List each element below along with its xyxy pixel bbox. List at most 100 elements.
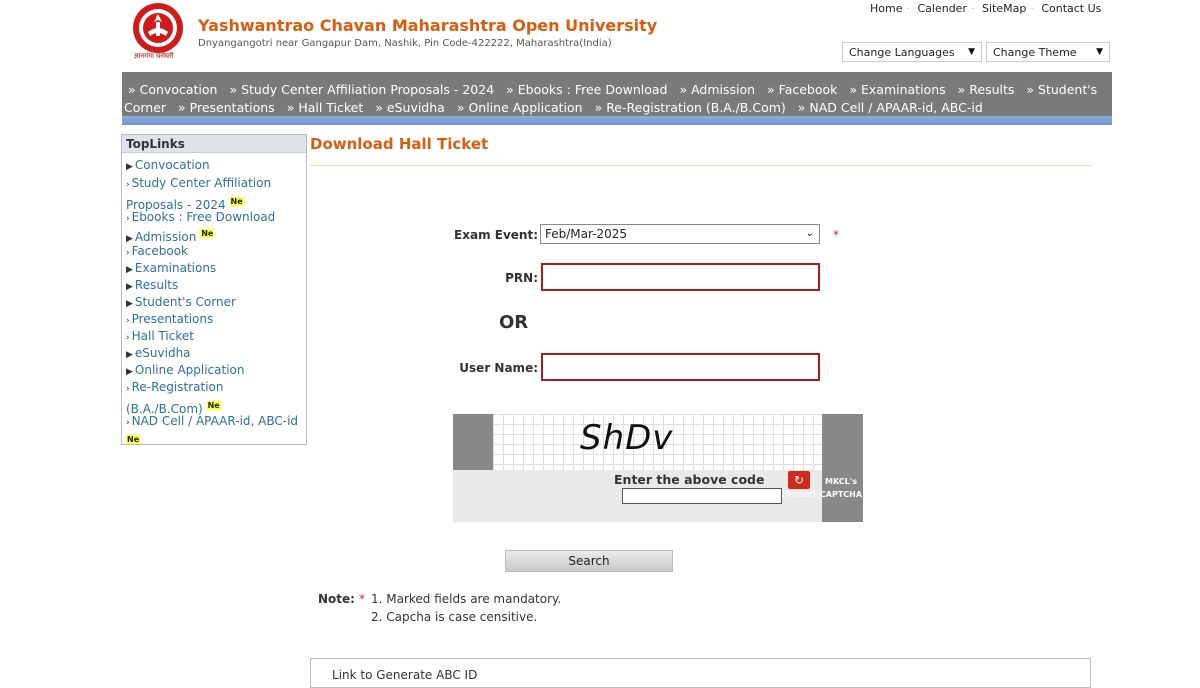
abc-id-link[interactable]: Link to Generate ABC ID xyxy=(332,668,477,682)
triangle-right-icon: ▶ xyxy=(126,367,133,377)
new-badge: Ne xyxy=(206,400,221,410)
sidebar-item-label: Admission xyxy=(134,230,197,244)
sidebar-item-label: NAD Cell / APAAR-id, ABC-id xyxy=(131,414,299,428)
captcha-left-bar xyxy=(453,414,493,470)
top-link-calender[interactable]: Calender xyxy=(917,2,967,15)
sidebar-item-label: Convocation xyxy=(134,158,210,172)
note-required-marker: * xyxy=(359,592,365,606)
chevron-right-icon: › xyxy=(126,248,130,258)
sidebar-item-label: Online Application xyxy=(134,363,245,377)
nav-examinations[interactable]: Examinations xyxy=(849,82,945,97)
sidebar-item-nad-cell[interactable]: › NAD Cell / APAAR-id, ABC-id Ne xyxy=(126,413,302,452)
logo-caption: ज्ञानगंगा घरोघरी xyxy=(134,52,174,60)
username-input[interactable] xyxy=(541,353,820,381)
top-link-sitemap[interactable]: SiteMap xyxy=(982,2,1026,15)
nav-re-registration[interactable]: Re-Registration (B.A./B.Com) xyxy=(595,100,786,115)
nav-convocation[interactable]: Convocation xyxy=(128,82,217,97)
sidebar-item-label: Study Center Affiliation Proposals - 202… xyxy=(126,176,272,212)
sidebar-toplinks: TopLinks ▶ Convocation › Study Center Affi… xyxy=(121,134,307,445)
captcha-input[interactable] xyxy=(622,488,782,504)
nav-study-center-affiliation[interactable]: Study Center Affiliation Proposals - 202… xyxy=(229,82,494,97)
sidebar-item-facebook[interactable]: › Facebook xyxy=(126,243,302,262)
nav-students-corner-continued[interactable]: Corner xyxy=(124,100,166,115)
chevron-right-icon: › xyxy=(126,384,130,394)
change-theme-select[interactable]: Change Theme ▼ xyxy=(986,42,1110,62)
nav-bar-accent-strip xyxy=(122,116,1112,125)
triangle-right-icon: ▶ xyxy=(126,282,133,292)
chevron-down-icon: ▼ xyxy=(968,47,975,57)
captcha-prompt: Enter the above code xyxy=(614,472,765,487)
refresh-icon: ↻ xyxy=(788,471,810,489)
chevron-down-icon: ⌄ xyxy=(805,228,814,239)
captcha-reload-button[interactable]: ↻ Reload xyxy=(782,471,818,505)
nav-esuvidha[interactable]: eSuvidha xyxy=(375,100,445,115)
note-item: 1. Marked fields are mandatory. xyxy=(371,592,562,606)
captcha-brand-line-1: MKCL's xyxy=(825,477,857,486)
chevron-right-icon: › xyxy=(126,180,130,190)
or-separator: OR xyxy=(499,312,529,333)
sidebar-item-label: eSuvidha xyxy=(134,346,191,360)
sidebar-item-presentations[interactable]: › Presentations xyxy=(126,311,302,330)
sidebar-item-hall-ticket[interactable]: › Hall Ticket xyxy=(126,328,302,347)
nav-ebooks[interactable]: Ebooks : Free Download xyxy=(506,82,667,97)
sidebar-item-esuvidha[interactable]: ▶ eSuvidha xyxy=(126,345,302,364)
new-badge: Ne xyxy=(229,196,244,206)
top-link-separator: · xyxy=(1030,2,1034,15)
triangle-right-icon: ▶ xyxy=(126,162,133,172)
nav-facebook[interactable]: Facebook xyxy=(767,82,837,97)
sidebar-item-online-application[interactable]: ▶ Online Application xyxy=(126,362,302,381)
university-name: Yashwantrao Chavan Maharashtra Open Univ… xyxy=(198,16,658,35)
sidebar-item-results[interactable]: ▶ Results xyxy=(126,277,302,296)
top-link-home[interactable]: Home xyxy=(870,2,902,15)
change-languages-select[interactable]: Change Languages ▼ xyxy=(842,42,982,62)
sidebar-item-examinations[interactable]: ▶ Examinations xyxy=(126,260,302,279)
reload-label: Reload xyxy=(782,489,817,500)
new-badge: Ne xyxy=(126,434,141,444)
university-logo[interactable]: ज्ञानगंगा घरोघरी xyxy=(130,2,186,62)
exam-event-select[interactable]: Feb/Mar-2025 ⌄ xyxy=(540,224,820,244)
mkcl-captcha-brand: MKCL's CAPTCHA xyxy=(816,475,866,501)
triangle-right-icon: ▶ xyxy=(126,350,133,360)
sidebar-item-convocation[interactable]: ▶ Convocation xyxy=(126,157,302,176)
prn-input[interactable] xyxy=(541,263,820,291)
sidebar-item-label: Ebooks : Free Download xyxy=(131,210,276,224)
note-item: 2. Capcha is case censitive. xyxy=(371,610,538,624)
chevron-right-icon: › xyxy=(126,316,130,326)
top-link-contact-us[interactable]: Contact Us xyxy=(1041,2,1101,15)
change-theme-label: Change Theme xyxy=(993,46,1077,59)
change-languages-label: Change Languages xyxy=(849,46,955,59)
triangle-right-icon: ▶ xyxy=(126,299,133,309)
sidebar-item-re-registration[interactable]: › Re-Registration (B.A./B.Com) Ne xyxy=(126,379,302,418)
sidebar-item-students-corner[interactable]: ▶ Student's Corner xyxy=(126,294,302,313)
chevron-down-icon: ▼ xyxy=(1096,47,1103,57)
heading-divider xyxy=(310,165,1091,166)
username-label: User Name: xyxy=(459,361,538,375)
note-label: Note: xyxy=(318,592,355,606)
sidebar-item-label: Hall Ticket xyxy=(131,329,194,343)
sidebar-item-label: Results xyxy=(134,278,179,292)
sidebar-item-label: Examinations xyxy=(134,261,217,275)
sidebar-item-study-center[interactable]: › Study Center Affiliation Proposals - 20… xyxy=(126,175,302,214)
nav-results[interactable]: Results xyxy=(958,82,1015,97)
exam-event-value: Feb/Mar-2025 xyxy=(545,227,628,241)
nav-online-application[interactable]: Online Application xyxy=(457,100,583,115)
captcha-code: ShDv xyxy=(580,418,674,458)
nav-admission[interactable]: Admission xyxy=(679,82,755,97)
chevron-right-icon: › xyxy=(126,214,130,224)
nav-presentations[interactable]: Presentations xyxy=(178,100,275,115)
new-badge: Ne xyxy=(200,229,215,238)
nav-line-1: Convocation Study Center Affiliation Pro… xyxy=(128,82,1105,97)
triangle-right-icon: ▶ xyxy=(126,265,133,275)
nav-nad-cell[interactable]: NAD Cell / APAAR-id, ABC-id xyxy=(798,100,983,115)
nav-line-2: Corner Presentations Hall Ticket eSuvidh… xyxy=(124,100,991,115)
top-links: Home · Calender · SiteMap · Contact Us xyxy=(870,2,1101,15)
top-link-separator: · xyxy=(906,2,910,15)
prn-label: PRN: xyxy=(505,271,538,285)
nav-hall-ticket[interactable]: Hall Ticket xyxy=(287,100,364,115)
sidebar-item-ebooks[interactable]: › Ebooks : Free Download xyxy=(126,209,302,228)
required-marker: * xyxy=(833,228,839,242)
page-title: Download Hall Ticket xyxy=(310,135,489,153)
captcha-right-bar xyxy=(822,414,863,522)
nav-students-corner[interactable]: Student's xyxy=(1026,82,1097,97)
search-button[interactable]: Search xyxy=(505,550,673,572)
